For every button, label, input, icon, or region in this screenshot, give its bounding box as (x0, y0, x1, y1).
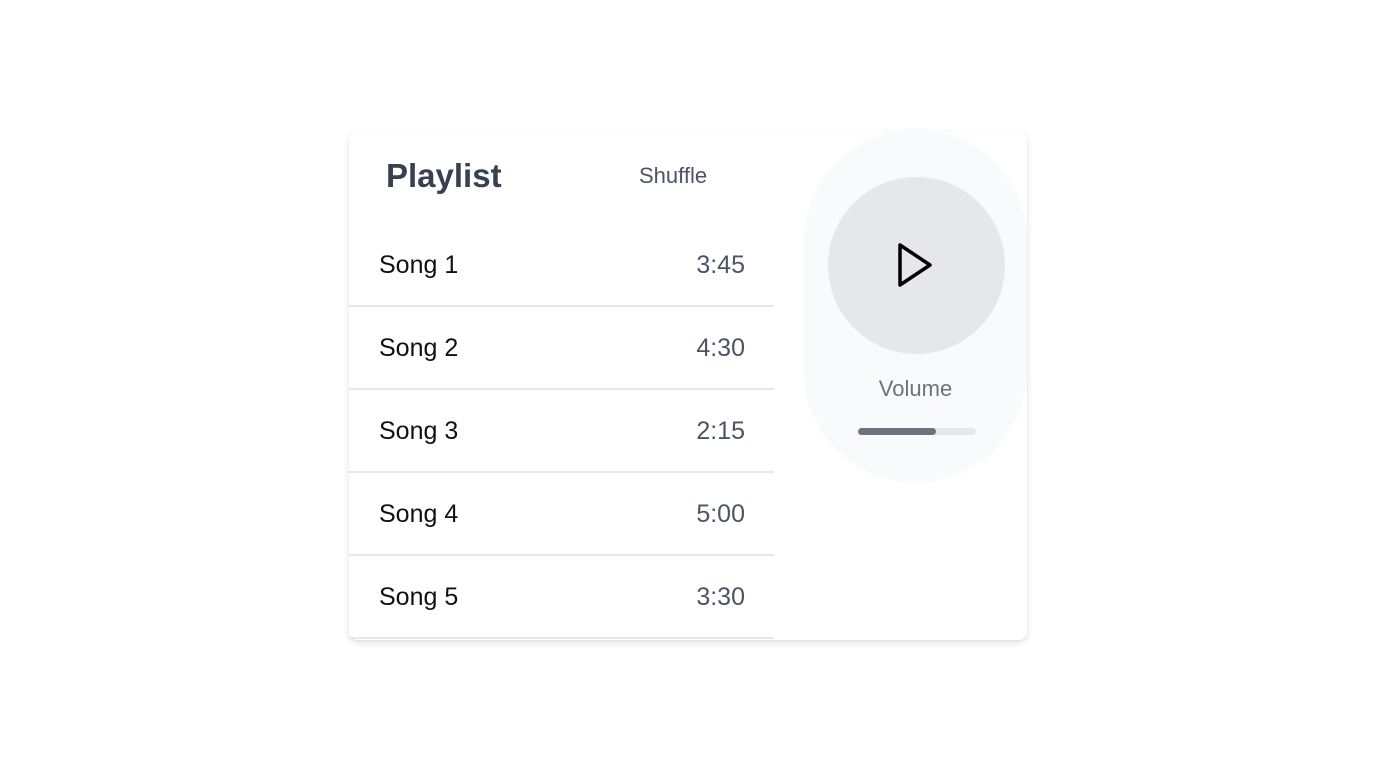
playlist-title: Playlist (386, 157, 502, 194)
song-item[interactable]: Song 1 3:45 (349, 224, 774, 307)
song-duration: 4:30 (696, 334, 745, 362)
song-duration: 5:00 (696, 500, 745, 528)
song-duration: 2:15 (696, 417, 745, 445)
music-player-card: Playlist Shuffle Song 1 3:45 Song 2 4:30… (349, 129, 1027, 640)
playlist-panel: Playlist Shuffle Song 1 3:45 Song 2 4:30… (349, 132, 774, 640)
song-title: Song 5 (379, 583, 459, 611)
song-item[interactable]: Song 2 4:30 (349, 307, 774, 390)
song-list: Song 1 3:45 Song 2 4:30 Song 3 2:15 Song… (349, 224, 774, 639)
volume-slider[interactable] (858, 428, 976, 435)
play-icon (898, 243, 932, 287)
song-item[interactable]: Song 5 3:30 (349, 556, 774, 639)
player-controls-panel: Volume (804, 129, 1027, 483)
song-title: Song 4 (379, 500, 459, 528)
shuffle-button[interactable]: Shuffle (639, 162, 707, 190)
song-title: Song 1 (379, 251, 459, 279)
song-title: Song 2 (379, 334, 459, 362)
song-item[interactable]: Song 4 5:00 (349, 473, 774, 556)
play-button[interactable] (828, 177, 1005, 354)
song-duration: 3:30 (696, 583, 745, 611)
volume-label: Volume (878, 376, 953, 401)
song-item[interactable]: Song 3 2:15 (349, 390, 774, 473)
song-duration: 3:45 (696, 251, 745, 279)
volume-slider-fill (858, 428, 936, 435)
song-title: Song 3 (379, 417, 459, 445)
playlist-header: Playlist Shuffle (349, 132, 774, 224)
